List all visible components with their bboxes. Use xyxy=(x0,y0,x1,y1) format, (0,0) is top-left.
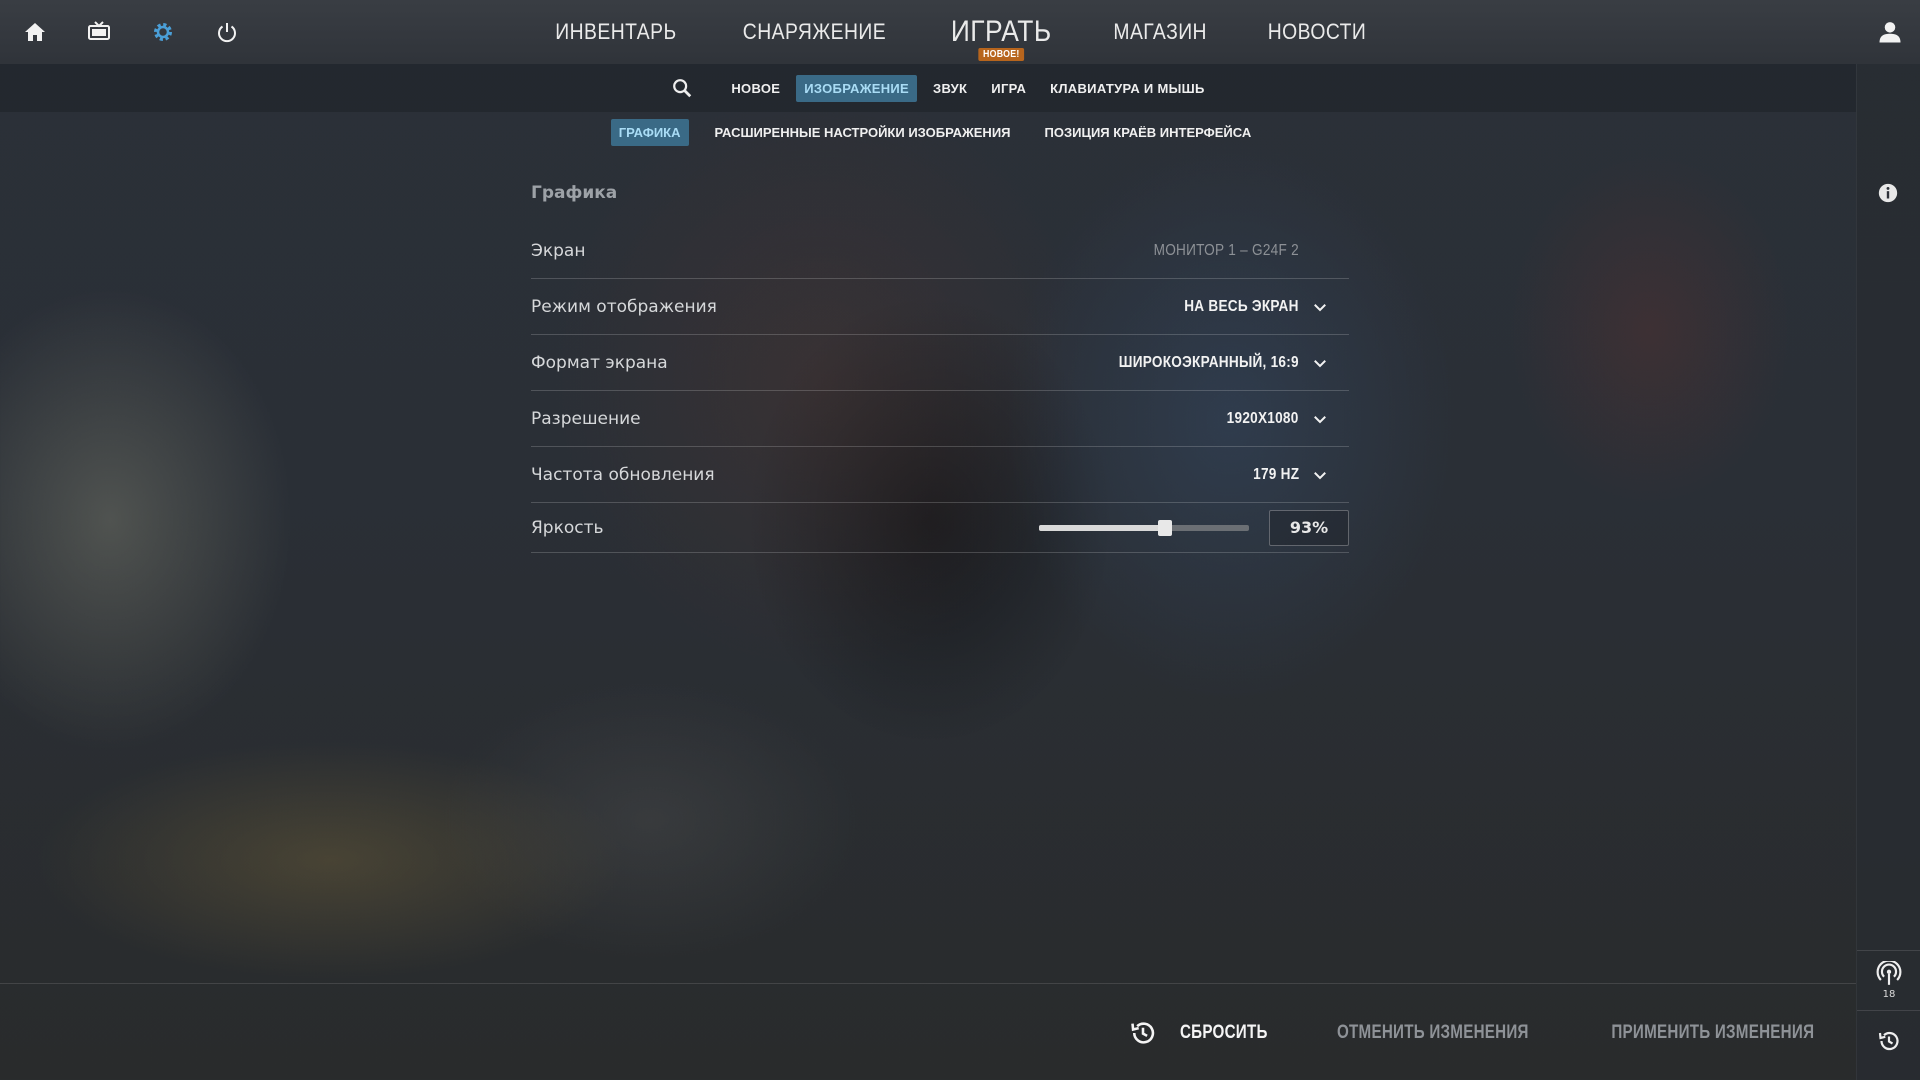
setting-label: Экран xyxy=(531,240,586,261)
chevron-down-icon xyxy=(1314,303,1326,311)
bottom-divider xyxy=(0,983,1856,984)
setting-label: Частота обновления xyxy=(531,464,715,485)
setting-label: Яркость xyxy=(531,517,604,538)
tab-audio[interactable]: ЗВУК xyxy=(925,75,975,102)
reset-button[interactable]: СБРОСИТЬ xyxy=(1129,1019,1279,1047)
tab-video[interactable]: ИЗОБРАЖЕНИЕ xyxy=(796,74,918,102)
nav-store[interactable]: МАГАЗИН xyxy=(1092,19,1228,45)
chevron-down-icon xyxy=(1314,471,1326,479)
tab-new[interactable]: НОВОЕ xyxy=(723,75,788,102)
broadcast-icon xyxy=(1876,961,1902,985)
reset-icon xyxy=(1131,1022,1155,1044)
nav-news[interactable]: НОВОСТИ xyxy=(1246,19,1387,45)
nav-play-label: ИГРАТЬ xyxy=(950,15,1052,48)
setting-value: 179 HZ xyxy=(1252,465,1299,483)
search-icon[interactable] xyxy=(671,77,693,99)
top-bar: ИНВЕНТАРЬ СНАРЯЖЕНИЕ ИГРАТЬ НОВОЕ! МАГАЗ… xyxy=(0,0,1920,64)
setting-value: ШИРОКОЭКРАННЫЙ, 16:9 xyxy=(1118,353,1299,371)
apply-changes-button[interactable]: ПРИМЕНИТЬ ИЗМЕНЕНИЯ xyxy=(1612,1022,1815,1044)
nav-inventory[interactable]: ИНВЕНТАРЬ xyxy=(534,19,698,45)
bottom-action-bar: СБРОСИТЬ ОТМЕНИТЬ ИЗМЕНЕНИЯ ПРИМЕНИТЬ ИЗ… xyxy=(1129,1016,1840,1050)
brightness-slider-thumb[interactable] xyxy=(1158,519,1172,536)
setting-row-aspect-ratio[interactable]: Формат экрана ШИРОКОЭКРАННЫЙ, 16:9 xyxy=(531,335,1349,391)
setting-value: НА ВЕСЬ ЭКРАН xyxy=(1184,297,1299,315)
setting-value: 1920X1080 xyxy=(1227,409,1299,427)
setting-label: Режим отображения xyxy=(531,296,717,317)
setting-label: Разрешение xyxy=(531,408,641,429)
setting-label: Формат экрана xyxy=(531,352,668,373)
nav-play[interactable]: ИГРАТЬ НОВОЕ! xyxy=(930,15,1073,61)
reset-label: СБРОСИТЬ xyxy=(1180,1022,1268,1043)
graphics-settings-panel: Графика Экран МОНИТОР 1 – G24F 2 Режим о… xyxy=(531,183,1349,553)
main-nav: ИНВЕНТАРЬ СНАРЯЖЕНИЕ ИГРАТЬ НОВОЕ! МАГАЗ… xyxy=(555,0,1366,64)
setting-row-refresh-rate[interactable]: Частота обновления 179 HZ xyxy=(531,447,1349,503)
new-badge: НОВОЕ! xyxy=(978,48,1024,61)
right-rail: 18 xyxy=(1856,64,1920,1080)
history-icon xyxy=(1878,1031,1899,1050)
brightness-slider-fill xyxy=(1039,524,1165,531)
user-icon[interactable] xyxy=(1876,18,1904,46)
discard-changes-button[interactable]: ОТМЕНИТЬ ИЗМЕНЕНИЯ xyxy=(1337,1022,1529,1044)
setting-row-display: Экран МОНИТОР 1 – G24F 2 xyxy=(531,223,1349,279)
top-icon-group xyxy=(18,16,244,48)
brightness-value-field[interactable]: 93% xyxy=(1269,509,1349,546)
brightness-slider[interactable] xyxy=(1039,519,1249,536)
broadcast-button[interactable]: 18 xyxy=(1857,950,1920,1010)
setting-value: МОНИТОР 1 – G24F 2 xyxy=(1153,241,1299,259)
home-icon[interactable] xyxy=(18,16,52,48)
subtab-advanced-video[interactable]: РАСШИРЕННЫЕ НАСТРОЙКИ ИЗОБРАЖЕНИЯ xyxy=(707,119,1019,146)
section-title: Графика xyxy=(531,183,618,203)
setting-row-resolution[interactable]: Разрешение 1920X1080 xyxy=(531,391,1349,447)
subtab-graphics[interactable]: ГРАФИКА xyxy=(610,118,689,146)
setting-row-brightness: Яркость 93% xyxy=(531,503,1349,553)
chevron-down-icon xyxy=(1314,359,1326,367)
gear-icon[interactable] xyxy=(146,16,180,48)
video-subtab-bar: ГРАФИКА РАСШИРЕННЫЕ НАСТРОЙКИ ИЗОБРАЖЕНИ… xyxy=(0,116,1856,148)
settings-tab-bar: НОВОЕ ИЗОБРАЖЕНИЕ ЗВУК ИГРА КЛАВИАТУРА И… xyxy=(0,64,1856,112)
setting-row-display-mode[interactable]: Режим отображения НА ВЕСЬ ЭКРАН xyxy=(531,279,1349,335)
subtab-hud-edge-position[interactable]: ПОЗИЦИЯ КРАЁВ ИНТЕРФЕЙСА xyxy=(1037,119,1260,146)
tab-game[interactable]: ИГРА xyxy=(983,75,1034,102)
nav-loadout[interactable]: СНАРЯЖЕНИЕ xyxy=(722,19,908,45)
info-icon[interactable] xyxy=(1877,182,1899,204)
broadcast-count: 18 xyxy=(1882,989,1896,1000)
tab-keyboard-mouse[interactable]: КЛАВИАТУРА И МЫШЬ xyxy=(1042,75,1213,102)
power-icon[interactable] xyxy=(210,16,244,48)
history-button[interactable] xyxy=(1857,1010,1920,1070)
chevron-down-icon xyxy=(1314,415,1326,423)
tv-icon[interactable] xyxy=(82,16,116,48)
